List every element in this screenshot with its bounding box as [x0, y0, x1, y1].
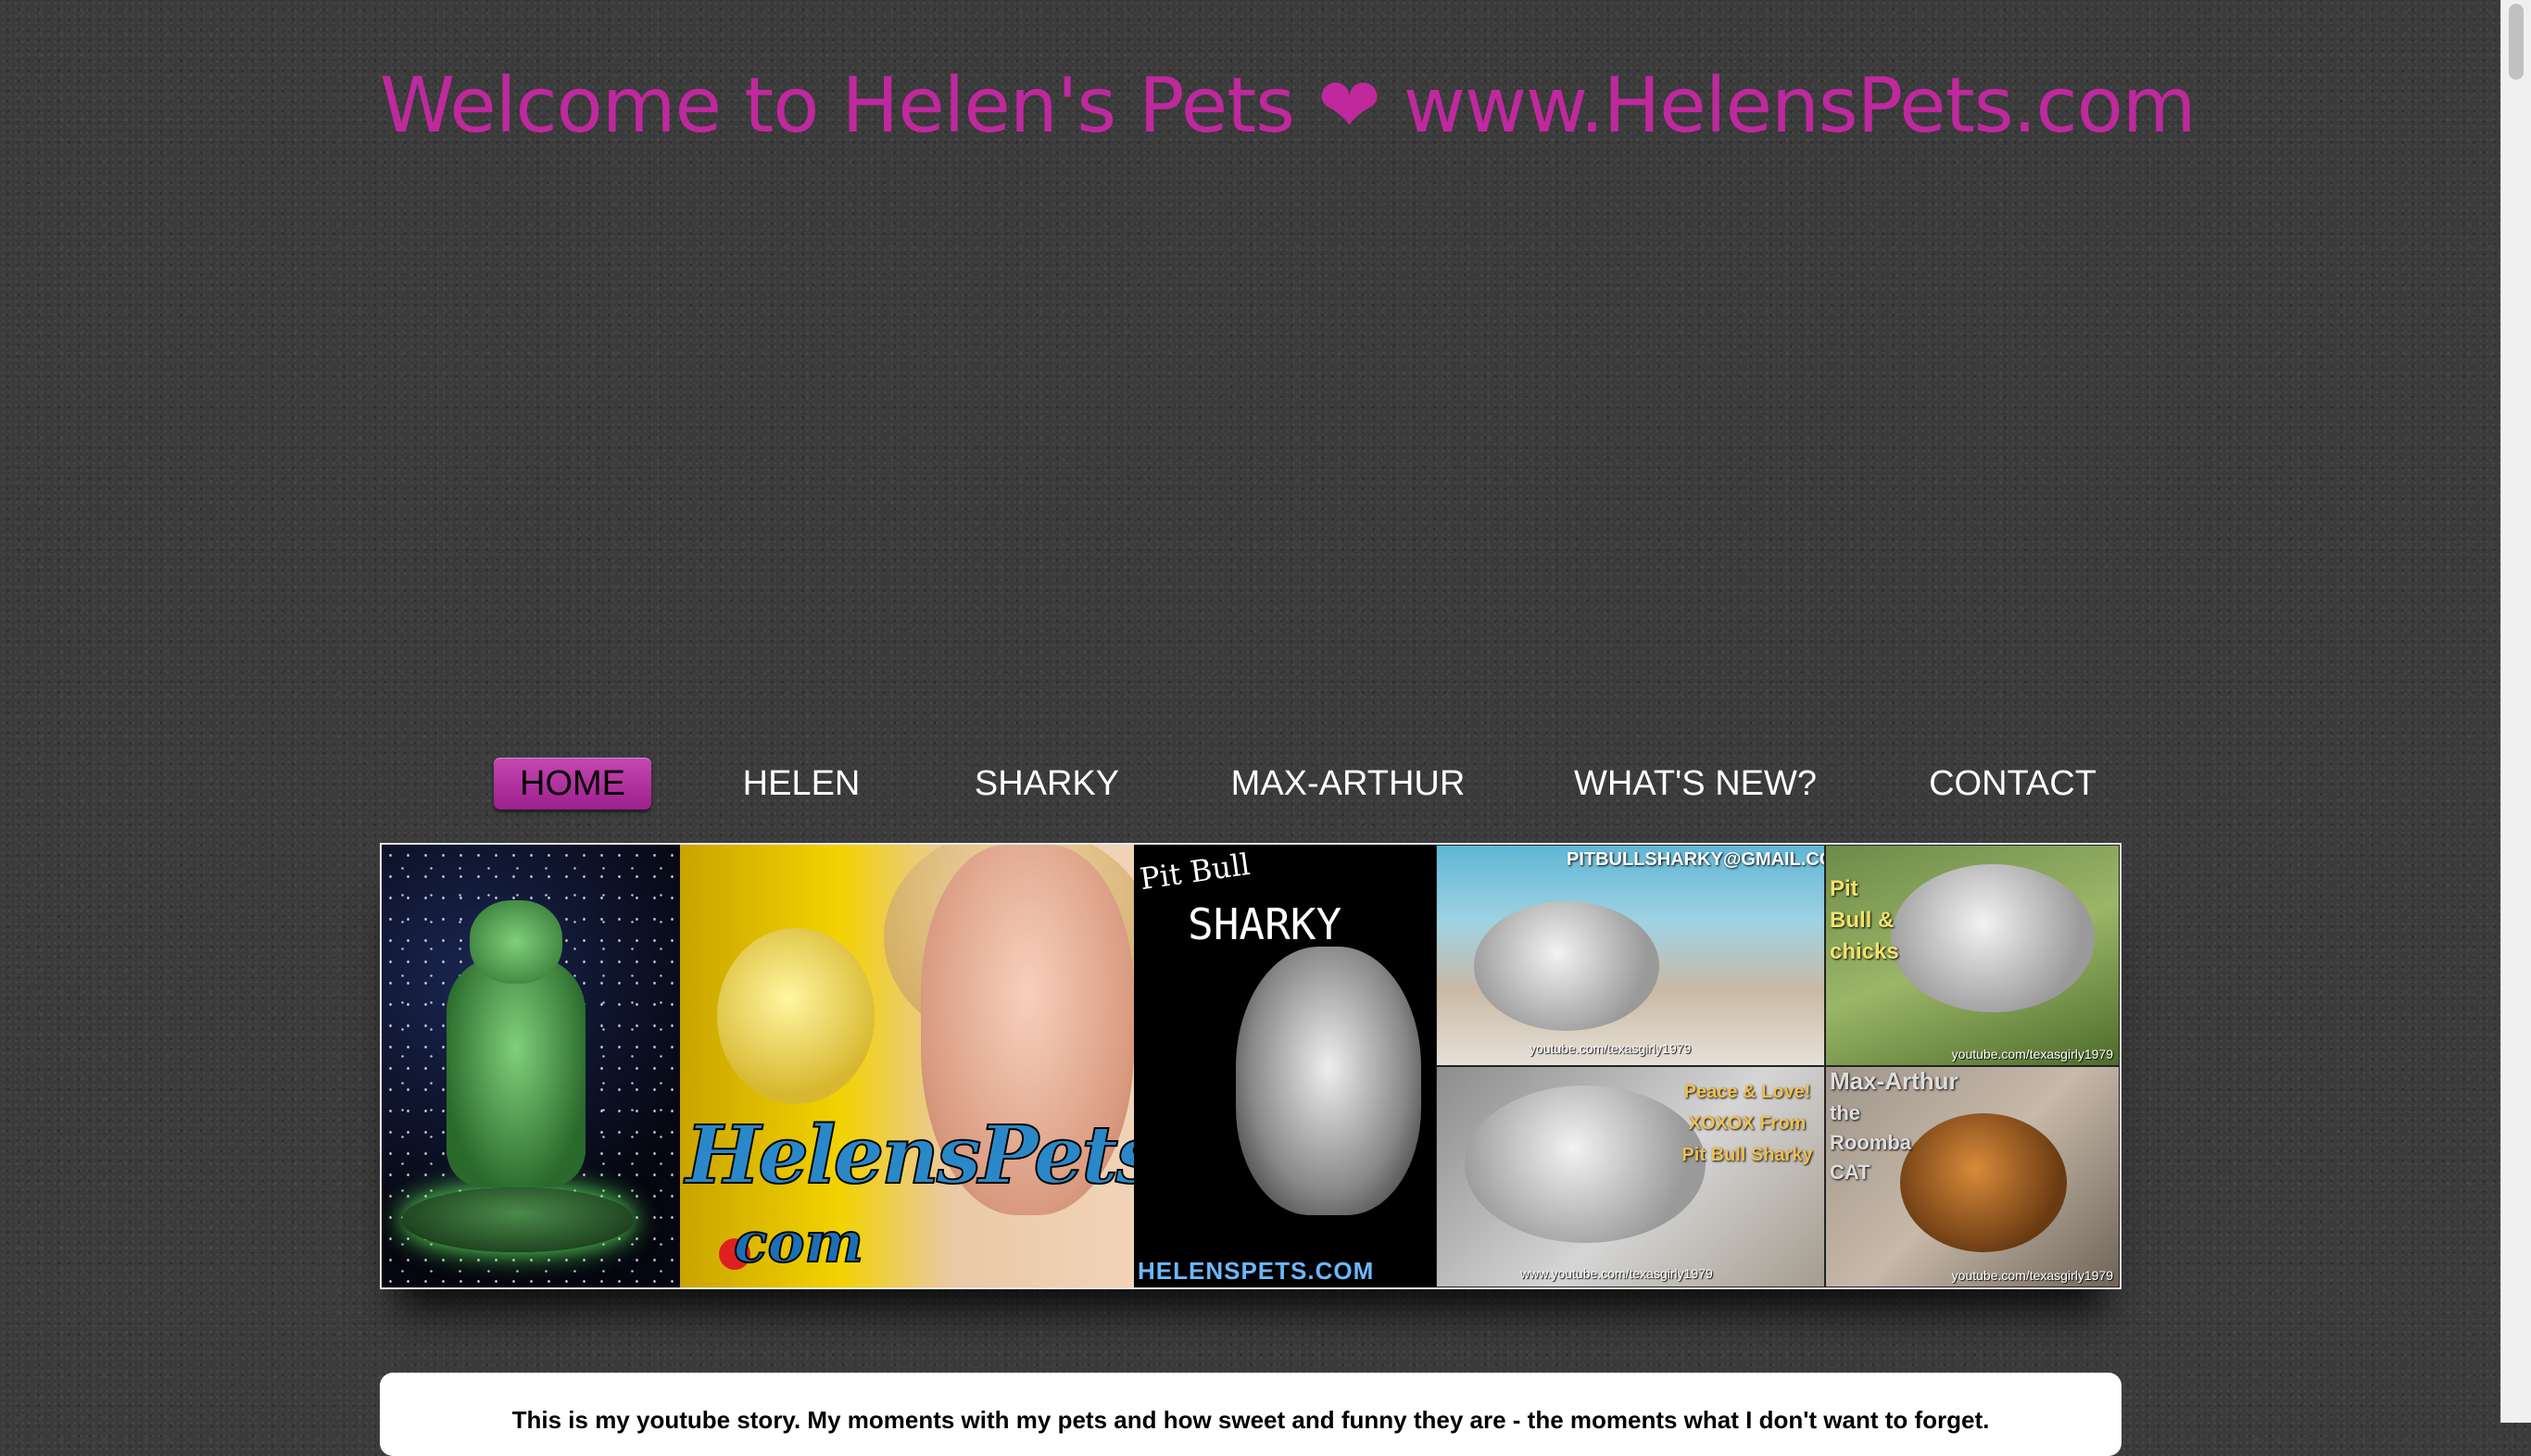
email-label: PITBULLSHARKY@GMAIL.COM	[1567, 849, 1825, 870]
cat-image	[447, 956, 586, 1187]
banner-collage: HelensPets com Pit Bull SHARKY HELENSPET…	[380, 843, 2122, 1289]
youtube-label-4: youtube.com/texasgirly1979	[1951, 1268, 2113, 1283]
max-arthur-photo: Max-Arthur the Roomba CAT youtube.com/te…	[1825, 1066, 2120, 1287]
youtube-label-2: youtube.com/texasgirly1979	[1951, 1047, 2113, 1061]
chicks-title: Pit Bull & chicks	[1830, 876, 1899, 964]
nav-item-max-arthur[interactable]: MAX-ARTHUR	[1223, 758, 1473, 810]
content-card: This is my youtube story. My moments wit…	[380, 1373, 2122, 1456]
youtube-label-3: www.youtube.com/texasgirly1979	[1520, 1266, 1713, 1281]
sharky-panel: Pit Bull SHARKY HELENSPETS.COM	[1134, 845, 1436, 1287]
roomba-image	[402, 1187, 634, 1252]
sharky-iguana-photo: PITBULLSHARKY@GMAIL.COM youtube.com/texa…	[1436, 845, 1825, 1066]
helen-duck-panel: HelensPets com	[680, 845, 1134, 1287]
nav-item-home[interactable]: HOME	[494, 758, 651, 810]
sharky-vertical-label: SHARKY	[1188, 899, 1342, 949]
sharky-chicks-photo: Pit Bull & chicks youtube.com/texasgirly…	[1825, 845, 2120, 1066]
dog-image	[1891, 864, 2095, 1012]
site-title: Welcome to Helen's Pets ❤ www.HelensPets…	[380, 62, 2197, 150]
nav-item-contact[interactable]: CONTACT	[1918, 758, 2108, 810]
intro-text: This is my youtube story. My moments wit…	[511, 1406, 1990, 1434]
photo-grid: PITBULLSHARKY@GMAIL.COM youtube.com/texa…	[1436, 845, 2120, 1287]
dog-image	[1474, 901, 1659, 1031]
sharky-top-label: Pit Bull	[1137, 846, 1253, 897]
nav-item-whats-new[interactable]: WHAT'S NEW?	[1566, 758, 1825, 810]
scrollbar-thumb[interactable]	[2509, 4, 2524, 80]
main-nav: HOME HELEN SHARKY MAX-ARTHUR WHAT'S NEW?…	[0, 758, 2531, 813]
nav-item-sharky[interactable]: SHARKY	[963, 758, 1130, 810]
max-arthur-title: Max-Arthur	[1830, 1067, 1958, 1095]
peace-text: Peace & Love! XOXOX From Pit Bull Sharky	[1681, 1082, 1813, 1165]
vertical-scrollbar[interactable]	[2500, 0, 2531, 1423]
sharky-dog-image	[1236, 947, 1421, 1215]
logo-text: HelensPets	[685, 1108, 1134, 1203]
cat-roomba-panel	[382, 845, 680, 1287]
nav-item-helen[interactable]: HELEN	[732, 758, 871, 810]
duckling-image	[717, 928, 875, 1104]
max-arthur-subtitle: the Roomba CAT	[1830, 1101, 1911, 1184]
sharky-rabbit-photo: Peace & Love! XOXOX From Pit Bull Sharky…	[1436, 1066, 1825, 1287]
youtube-label-1: youtube.com/texasgirly1979	[1530, 1041, 1692, 1056]
sharky-url-label: HELENSPETS.COM	[1138, 1257, 1375, 1285]
dog-image	[1465, 1086, 1706, 1243]
cat-image	[1900, 1113, 2067, 1252]
cat-head-image	[470, 900, 562, 984]
logo-suffix: com	[733, 1210, 864, 1276]
